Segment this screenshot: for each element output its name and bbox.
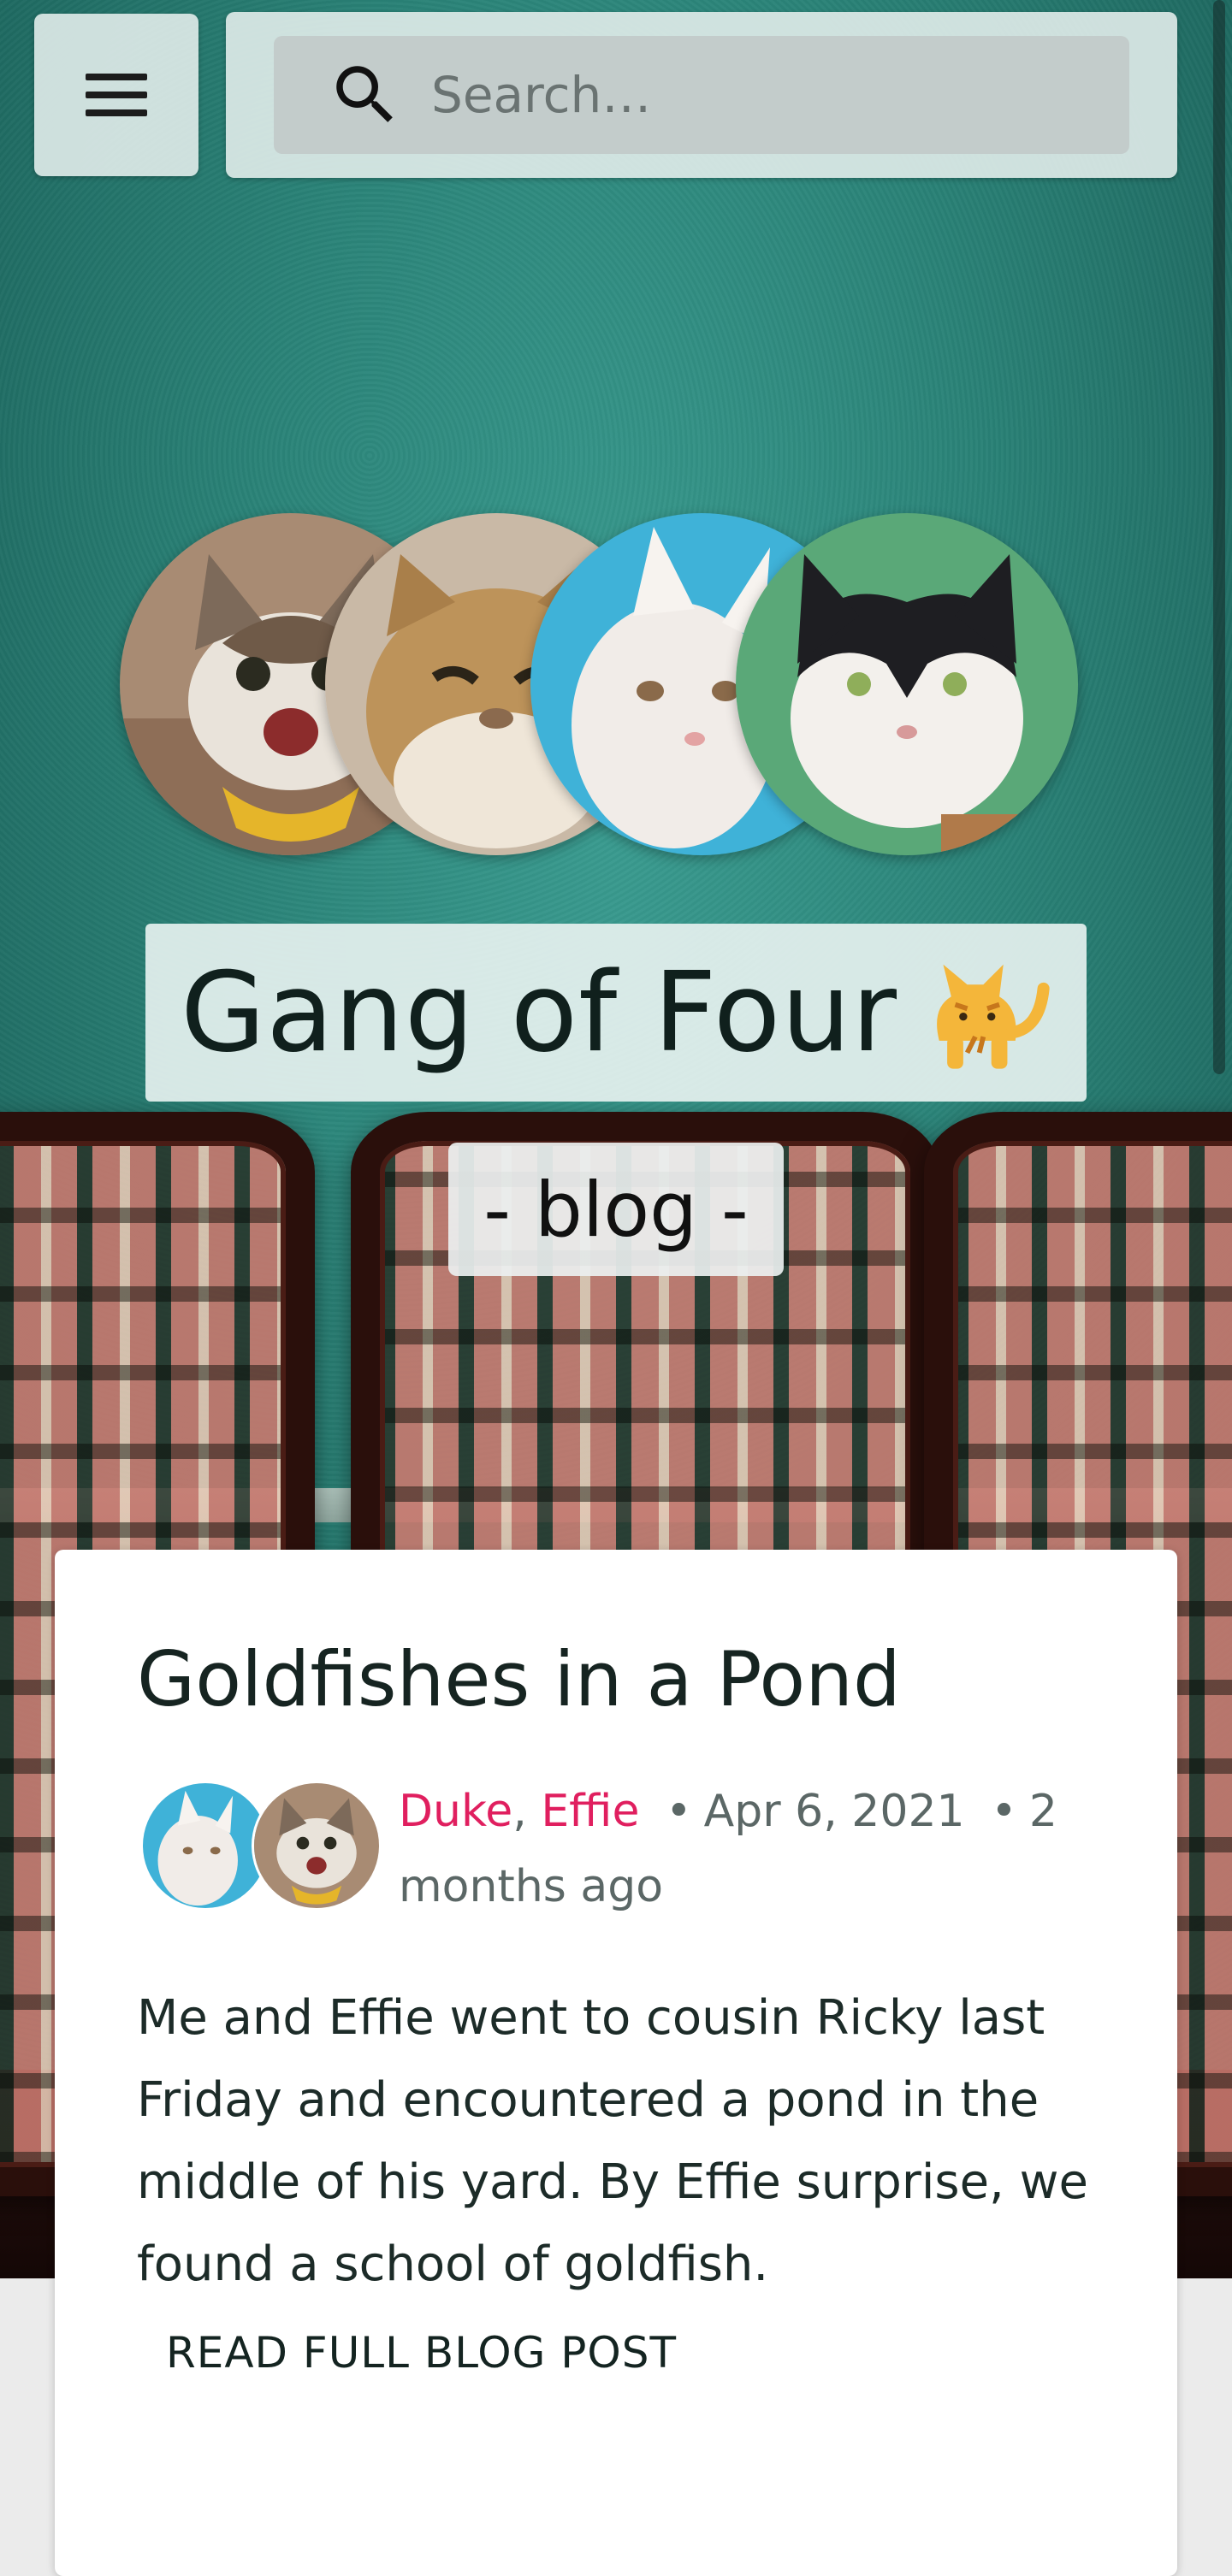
- search-bar: [226, 12, 1177, 178]
- cat-avatar-tuxedo: [736, 513, 1078, 855]
- site-title-banner: Gang of Four: [145, 924, 1087, 1102]
- post-title[interactable]: Goldfishes in a Pond: [137, 1635, 901, 1723]
- menu-button[interactable]: [34, 14, 198, 176]
- avatar-effie[interactable]: [252, 1781, 382, 1911]
- search-field[interactable]: [274, 36, 1129, 154]
- post-card: Goldfishes in a Pond Duke, Effie • Apr 6…: [55, 1550, 1177, 2576]
- scrollbar[interactable]: [1213, 0, 1225, 1074]
- author-link-effie[interactable]: Effie: [541, 1786, 639, 1837]
- author-separator: ,: [512, 1786, 527, 1837]
- post-meta: Duke, Effie • Apr 6, 2021 • 2 months ago: [399, 1774, 1100, 1924]
- post-excerpt: Me and Effie went to cousin Ricky last F…: [137, 1990, 1088, 2292]
- cat-avatar-group: [120, 513, 1078, 855]
- post-date: Apr 6, 2021: [703, 1786, 965, 1837]
- search-icon: [336, 66, 393, 122]
- menu-icon: [86, 74, 147, 116]
- site-subtitle: - blog -: [483, 1165, 749, 1254]
- author-link-duke[interactable]: Duke: [399, 1786, 512, 1837]
- meta-separator: •: [665, 1786, 692, 1837]
- meta-separator: •: [991, 1786, 1017, 1837]
- author-avatars: [140, 1781, 382, 1911]
- read-more-button[interactable]: READ FULL BLOG POST: [166, 2328, 677, 2378]
- site-subtitle-banner: - blog -: [448, 1143, 784, 1276]
- search-input[interactable]: [429, 65, 1083, 125]
- site-title: Gang of Four: [181, 948, 897, 1077]
- cat-emoji: [937, 964, 1050, 1069]
